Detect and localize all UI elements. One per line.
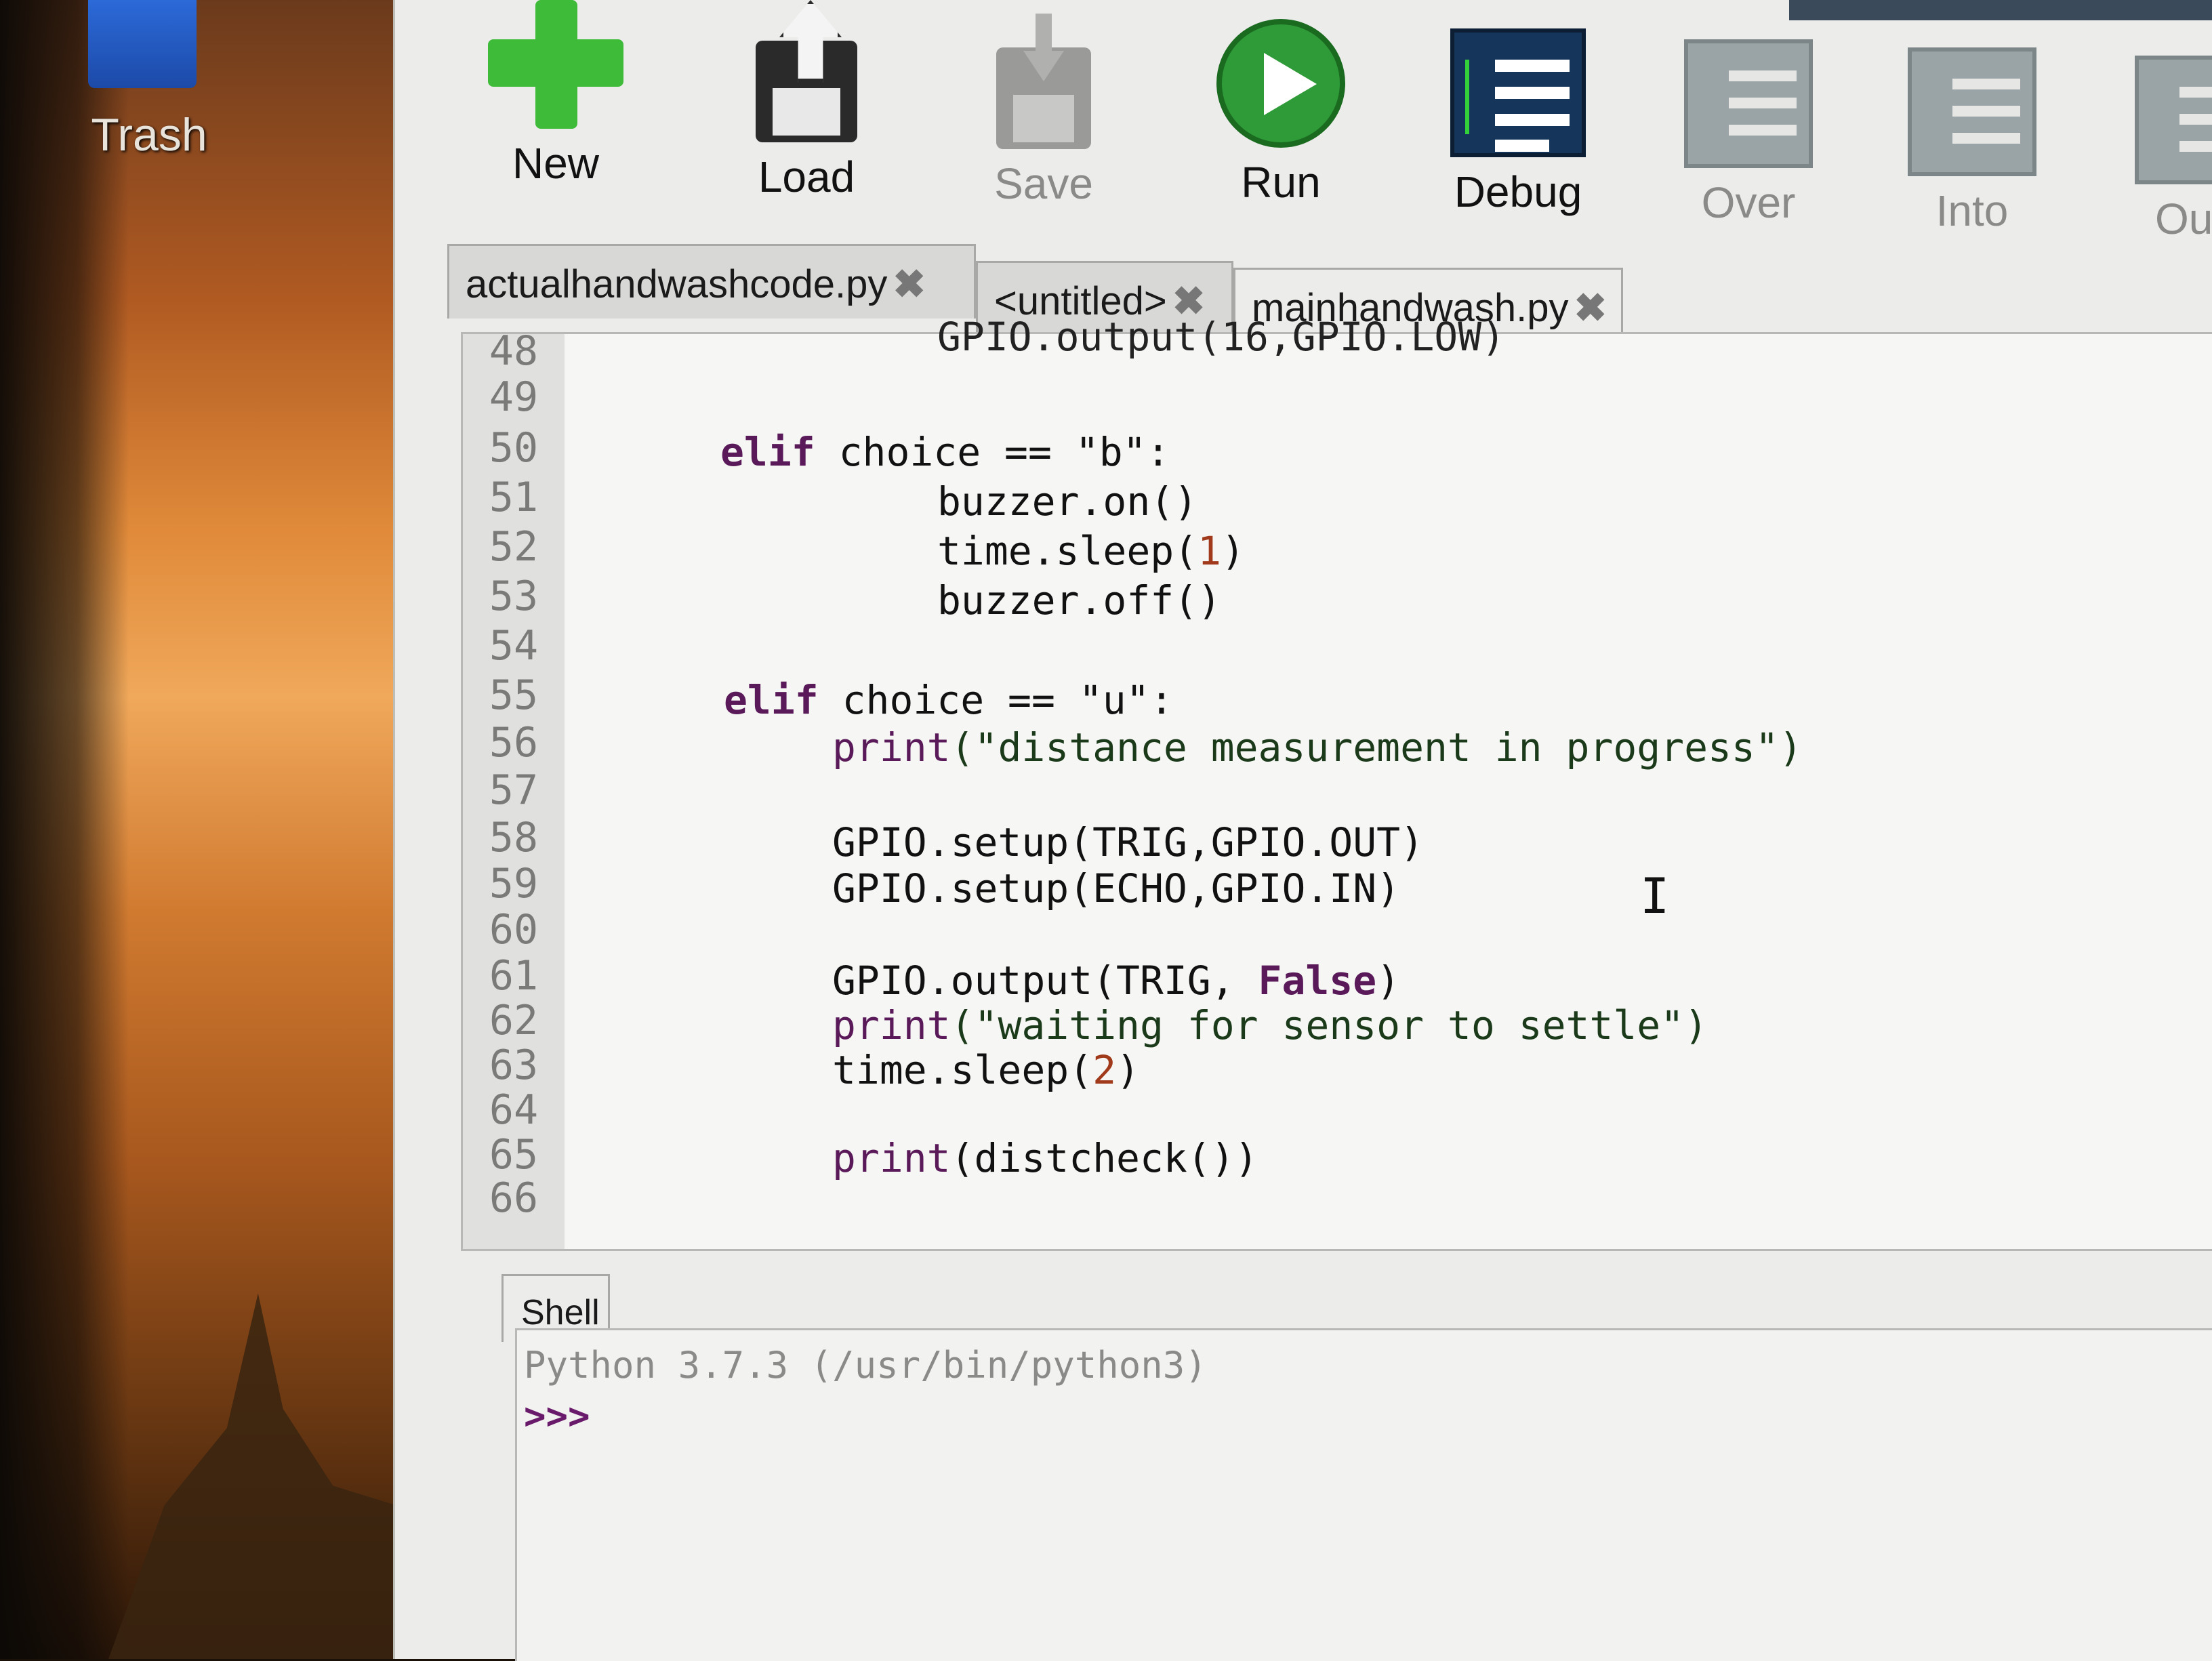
shell-banner: Python 3.7.3 (/usr/bin/python3) xyxy=(524,1344,1207,1387)
line-number: 50 xyxy=(489,424,539,472)
close-icon[interactable]: ✖ xyxy=(1574,286,1607,330)
code-line-61: GPIO.output(TRIG, False) xyxy=(832,958,1400,1004)
step-over-button[interactable]: Over xyxy=(1667,39,1830,228)
text-cursor-icon: I xyxy=(1640,867,1670,924)
code-line-53: buzzer.off() xyxy=(937,577,1222,623)
code-line-51: buzzer.on() xyxy=(937,478,1198,525)
step-into-icon xyxy=(1908,47,2036,176)
line-number: 62 xyxy=(489,997,539,1044)
into-label: Into xyxy=(1936,186,2009,235)
line-number: 58 xyxy=(489,814,539,861)
line-number: 49 xyxy=(489,373,539,421)
save-button[interactable]: Save xyxy=(969,7,1118,209)
new-button[interactable]: New xyxy=(474,0,637,188)
line-number: 56 xyxy=(489,719,539,766)
line-number: 65 xyxy=(489,1131,539,1178)
step-out-icon xyxy=(2135,56,2212,184)
keyword: False xyxy=(1258,958,1377,1004)
load-label: Load xyxy=(758,152,855,201)
tab-actualhandwashcode[interactable]: actualhandwashcode.py ✖ xyxy=(447,244,976,319)
new-label: New xyxy=(512,139,600,188)
debug-label: Debug xyxy=(1454,167,1582,216)
code-text: ) xyxy=(1376,958,1401,1004)
line-number: 48 xyxy=(489,327,539,375)
code-text: choice == "b": xyxy=(815,429,1170,475)
tab-label: actualhandwashcode.py xyxy=(466,262,888,306)
desktop-background: Trash xyxy=(0,0,434,1659)
code-line-48: GPIO.output(16,GPIO.LOW) xyxy=(937,314,1506,360)
step-over-icon xyxy=(1684,39,1813,168)
title-bar xyxy=(1789,0,2212,20)
builtin-fn: print xyxy=(832,724,951,771)
code-text: GPIO.output(TRIG, xyxy=(832,958,1258,1004)
line-number: 60 xyxy=(489,906,539,953)
code-text: (distcheck()) xyxy=(950,1135,1258,1181)
code-editor[interactable]: 48 49 50 51 52 53 54 55 56 57 58 59 60 6… xyxy=(461,314,2212,1251)
run-icon xyxy=(1216,19,1345,148)
save-icon xyxy=(996,7,1091,149)
code-line-62: print("waiting for sensor to settle") xyxy=(832,1002,1708,1048)
code-text: time.sleep( xyxy=(832,1047,1093,1093)
line-number: 55 xyxy=(489,672,539,719)
builtin-fn: print xyxy=(832,1135,951,1181)
line-number: 63 xyxy=(489,1042,539,1089)
code-line-52: time.sleep(1) xyxy=(937,528,1245,574)
shell-prompt: >>> xyxy=(524,1395,590,1437)
save-label: Save xyxy=(994,159,1093,208)
code-line-58: GPIO.setup(TRIG,GPIO.OUT) xyxy=(832,819,1424,865)
run-label: Run xyxy=(1241,158,1321,207)
code-line-50: elif choice == "b": xyxy=(720,429,1170,475)
line-number: 53 xyxy=(489,573,539,620)
load-icon xyxy=(756,0,857,142)
line-number: 61 xyxy=(489,952,539,1000)
shell-panel[interactable]: Python 3.7.3 (/usr/bin/python3) >>> xyxy=(515,1328,2212,1661)
new-icon xyxy=(488,0,623,129)
debug-icon xyxy=(1450,28,1586,157)
code-line-56: print("distance measurement in progress"… xyxy=(832,724,1803,771)
builtin-fn: print xyxy=(832,1002,951,1048)
number-literal: 1 xyxy=(1197,528,1222,574)
line-number: 51 xyxy=(489,474,539,521)
load-button[interactable]: Load xyxy=(732,0,881,202)
debug-button[interactable]: Debug xyxy=(1437,28,1599,217)
run-button[interactable]: Run xyxy=(1206,19,1355,207)
line-number: 64 xyxy=(489,1086,539,1134)
line-number: 59 xyxy=(489,860,539,907)
trash-icon xyxy=(88,0,197,88)
code-text: ) xyxy=(1116,1047,1140,1093)
screen-bezel xyxy=(0,0,129,1659)
line-number: 52 xyxy=(489,523,539,571)
code-line-55: elif choice == "u": xyxy=(724,677,1173,723)
line-number: 66 xyxy=(489,1174,539,1222)
string-literal: ("distance measurement in progress") xyxy=(950,724,1803,771)
out-label: Out xyxy=(2155,194,2212,243)
code-text: time.sleep( xyxy=(937,528,1198,574)
line-number: 57 xyxy=(489,766,539,814)
step-out-button[interactable]: Out xyxy=(2108,56,2212,244)
trash-label: Trash xyxy=(91,109,207,161)
over-label: Over xyxy=(1701,178,1796,227)
line-number-gutter: 48 49 50 51 52 53 54 55 56 57 58 59 60 6… xyxy=(463,327,565,1249)
code-line-65: print(distcheck()) xyxy=(832,1135,1258,1181)
code-text: ) xyxy=(1221,528,1245,574)
trash-desktop-icon[interactable]: Trash xyxy=(75,0,210,169)
line-number: 54 xyxy=(489,622,539,670)
keyword: elif xyxy=(724,677,819,723)
code-line-63: time.sleep(2) xyxy=(832,1047,1140,1093)
keyword: elif xyxy=(720,429,815,475)
code-text: choice == "u": xyxy=(818,677,1174,723)
close-icon[interactable]: ✖ xyxy=(893,262,926,306)
mountain-silhouette xyxy=(108,1293,420,1659)
step-into-button[interactable]: Into xyxy=(1891,47,2053,236)
code-line-59: GPIO.setup(ECHO,GPIO.IN) xyxy=(832,865,1401,911)
number-literal: 2 xyxy=(1092,1047,1117,1093)
string-literal: ("waiting for sensor to settle") xyxy=(950,1002,1708,1048)
